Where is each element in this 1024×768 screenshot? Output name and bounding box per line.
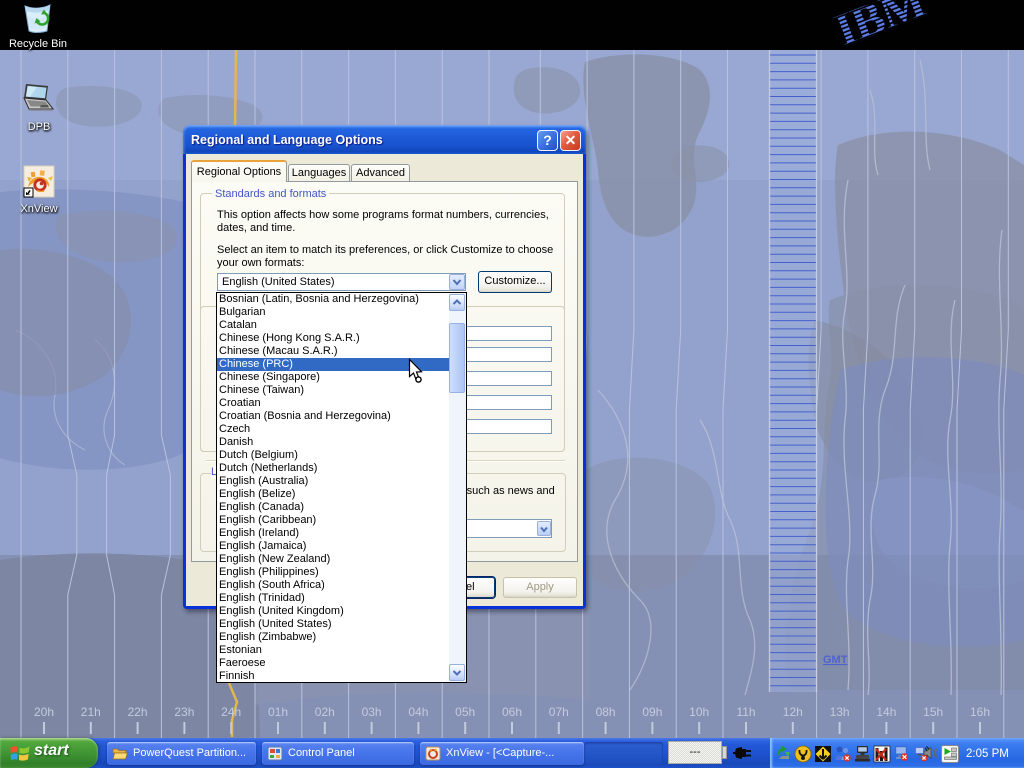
svg-text:13h: 13h (830, 705, 850, 719)
svg-text:06h: 06h (502, 705, 522, 719)
svg-text:10h: 10h (689, 705, 709, 719)
svg-text:23h: 23h (174, 705, 194, 719)
svg-text:14h: 14h (876, 705, 896, 719)
svg-text:12h: 12h (783, 705, 803, 719)
svg-text:07h: 07h (549, 705, 569, 719)
svg-text:09h: 09h (642, 705, 662, 719)
svg-text:01h: 01h (268, 705, 288, 719)
svg-text:11h: 11h (736, 705, 755, 719)
svg-text:16h: 16h (970, 705, 990, 719)
svg-text:02h: 02h (315, 705, 335, 719)
svg-text:03h: 03h (362, 705, 382, 719)
svg-text:21h: 21h (81, 705, 101, 719)
svg-text:GMT: GMT (823, 654, 848, 666)
svg-text:22h: 22h (128, 705, 148, 719)
svg-text:20h: 20h (34, 705, 54, 719)
svg-text:04h: 04h (408, 705, 428, 719)
svg-text:24h: 24h (221, 705, 241, 719)
svg-text:05h: 05h (455, 705, 475, 719)
svg-text:15h: 15h (923, 705, 943, 719)
svg-text:08h: 08h (596, 705, 616, 719)
